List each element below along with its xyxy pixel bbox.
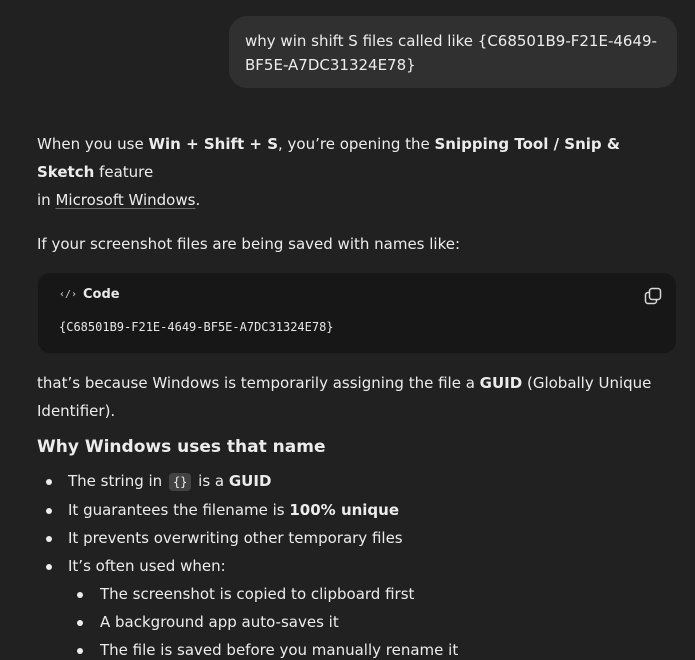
reasons-list: The string in {} is a GUID It guarantees… xyxy=(37,467,677,660)
list-item-text: It’s often used when: xyxy=(68,557,226,575)
assistant-response: When you use Win + Shift + S, you’re ope… xyxy=(37,130,677,660)
list-item: The string in {} is a GUID xyxy=(37,467,677,496)
intro-text-1: When you use xyxy=(37,135,149,153)
guid-paragraph: that’s because Windows is temporarily as… xyxy=(37,369,677,425)
chat-page: why win shift S files called like {C6850… xyxy=(0,0,695,660)
inline-code: {} xyxy=(168,473,192,491)
intro-paragraph: When you use Win + Shift + S, you’re ope… xyxy=(37,130,677,214)
shortcut-bold: Win + Shift + S xyxy=(148,135,279,153)
code-block-header: ‹/› Code xyxy=(59,285,120,305)
list-item: It prevents overwriting other temporary … xyxy=(37,524,677,552)
microsoft-windows-link[interactable]: Microsoft Windows xyxy=(55,191,195,209)
list-item-text: It guarantees the filename is xyxy=(68,501,290,519)
section-heading: Why Windows uses that name xyxy=(37,437,326,457)
list-item-text: It prevents overwriting other temporary … xyxy=(68,529,403,547)
sub-list-item: A background app auto-saves it xyxy=(68,608,677,636)
sub-list-item: The file is saved before you manually re… xyxy=(68,636,677,660)
code-content: {C68501B9-F21E-4649-BF5E-A7DC31324E78} xyxy=(59,320,334,334)
list-item-text: is a xyxy=(193,472,229,490)
guid-text-2: (Globally Unique xyxy=(522,374,652,392)
saved-names-paragraph: If your screenshot files are being saved… xyxy=(37,235,461,253)
usage-sublist: The screenshot is copied to clipboard fi… xyxy=(68,580,677,660)
list-item-bold: 100% unique xyxy=(289,501,400,519)
user-message-bubble: why win shift S files called like {C6850… xyxy=(229,16,677,88)
user-message-line-2: BF5E-A7DC31324E78} xyxy=(245,56,416,74)
code-language-label: Code xyxy=(83,287,120,302)
list-item: It’s often used when: The screenshot is … xyxy=(37,552,677,660)
intro-text-5: . xyxy=(195,191,201,209)
guid-text-3: Identifier). xyxy=(37,402,116,420)
guid-text-1: that’s because Windows is temporarily as… xyxy=(37,374,480,392)
list-item: It guarantees the filename is 100% uniqu… xyxy=(37,496,677,524)
intro-text-3: feature xyxy=(94,163,154,181)
intro-text-4: in xyxy=(37,191,56,209)
intro-text-2: , you’re opening the xyxy=(278,135,435,153)
code-block: ‹/› Code {C68501B9-F21E-4649-BF5E-A7DC31… xyxy=(38,273,676,353)
list-item-bold: GUID xyxy=(228,472,272,490)
code-icon: ‹/› xyxy=(59,289,78,300)
guid-bold: GUID xyxy=(479,374,523,392)
list-item-text: The string in xyxy=(68,472,167,490)
sub-list-item: The screenshot is copied to clipboard fi… xyxy=(68,580,677,608)
copy-icon[interactable] xyxy=(644,287,662,305)
user-message-line-1: why win shift S files called like {C6850… xyxy=(245,32,657,50)
